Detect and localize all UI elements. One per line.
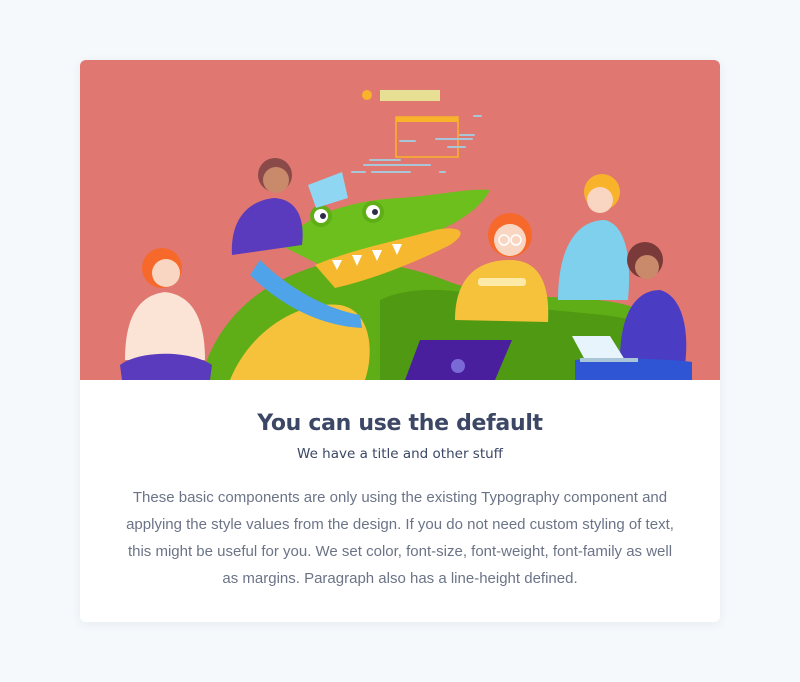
card-body: You can use the default We have a title … [80, 380, 720, 592]
card-subtitle: We have a title and other stuff [297, 446, 503, 462]
card-paragraph: These basic components are only using th… [126, 489, 674, 587]
content-card: You can use the default We have a title … [80, 60, 720, 622]
card-title: You can use the default [257, 411, 543, 436]
team-with-crocodile-illustration [80, 60, 720, 380]
